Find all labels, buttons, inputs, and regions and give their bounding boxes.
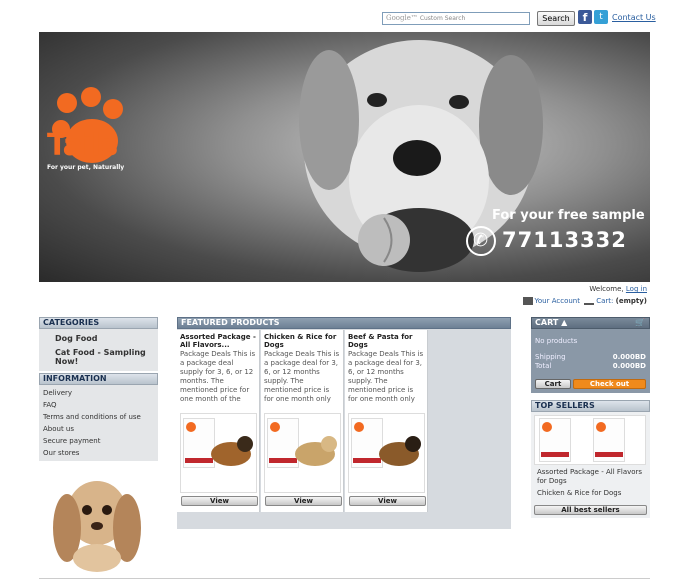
product-image[interactable]: View <box>264 413 342 506</box>
login-link[interactable]: Log in <box>626 285 647 293</box>
facebook-icon[interactable]: f <box>578 10 592 24</box>
account-bar: Your Account Cart: (empty) <box>521 297 647 305</box>
welcome-line: Welcome, Log in <box>589 285 647 293</box>
top-bar: Google™ Custom Search Search f t Contact… <box>380 10 680 26</box>
categories-block: CATEGORIES Dog Food Cat Food - Sampling … <box>39 317 158 371</box>
phone-number-value: 77113332 <box>502 228 627 252</box>
info-link[interactable]: FAQ <box>43 399 158 411</box>
product-name[interactable]: Assorted Package - All Flavors... <box>180 333 256 350</box>
cart-title-text: CART <box>535 318 559 327</box>
info-link[interactable]: Delivery <box>43 387 158 399</box>
product-image[interactable]: View <box>348 413 426 506</box>
footer-divider <box>39 578 650 579</box>
contact-us-link[interactable]: Contact Us <box>612 13 656 22</box>
product-card[interactable]: Chicken & Rice for Dogs Package Deals Th… <box>261 330 344 512</box>
top-sellers-block: TOP SELLERS Assorted Package - All Flavo… <box>531 400 650 518</box>
dog-food-bag-image <box>593 418 625 462</box>
total-value: 0.000BD <box>612 362 646 370</box>
featured-title: FEATURED PRODUCTS <box>177 317 511 329</box>
cart-button[interactable]: Cart <box>535 379 571 389</box>
product-name[interactable]: Beef & Pasta for Dogs <box>348 333 424 350</box>
cart-link[interactable]: Cart: <box>596 297 613 305</box>
info-link[interactable]: Secure payment <box>43 435 158 447</box>
info-link[interactable]: About us <box>43 423 158 435</box>
product-card[interactable]: Assorted Package - All Flavors... Packag… <box>177 330 260 512</box>
view-button[interactable]: View <box>349 496 426 506</box>
phone-icon: ✆ <box>466 226 496 256</box>
cart-title: CART ▲ 🛒 <box>531 317 650 329</box>
category-item[interactable]: Cat Food - Sampling Now! <box>55 348 158 366</box>
information-block: INFORMATION Delivery FAQ Terms and condi… <box>39 373 158 461</box>
free-sample-text: For your free sample <box>492 208 645 223</box>
categories-title: CATEGORIES <box>39 317 158 329</box>
product-name[interactable]: Chicken & Rice for Dogs <box>264 333 340 350</box>
all-best-sellers-button[interactable]: All best sellers <box>534 505 647 515</box>
your-account-link[interactable]: Your Account <box>535 297 580 305</box>
search-input[interactable]: Google™ Custom Search <box>382 12 530 25</box>
brand-name: Tails <box>47 128 118 163</box>
featured-products: FEATURED PRODUCTS Assorted Package - All… <box>177 317 511 529</box>
collapse-arrow-icon[interactable]: ▲ <box>561 318 567 327</box>
view-button[interactable]: View <box>181 496 258 506</box>
google-label: Google™ <box>386 14 418 22</box>
puppy-image <box>53 481 141 572</box>
shipping-label: Shipping <box>535 353 566 361</box>
twitter-icon[interactable]: t <box>594 10 608 24</box>
product-image[interactable]: View <box>180 413 258 506</box>
brand-slogan: For your pet, Naturally <box>47 164 125 171</box>
top-seller-item[interactable]: Assorted Package - All Flavors for Dogs <box>531 468 650 486</box>
product-description: Package Deals This is a package deal for… <box>348 350 424 403</box>
cart-empty-text: No products <box>535 337 578 345</box>
search-placeholder: Custom Search <box>419 15 466 22</box>
account-icon <box>522 297 533 305</box>
checkout-button[interactable]: Check out <box>573 379 646 389</box>
cart-header-icon: 🛒 <box>635 318 645 327</box>
product-card[interactable]: Beef & Pasta for Dogs Package Deals This… <box>345 330 428 512</box>
cart-block: CART ▲ 🛒 No products Shipping 0.000BD Tota… <box>531 317 650 393</box>
product-description: Package Deals This is a package deal for… <box>264 350 340 403</box>
information-title: INFORMATION <box>39 373 158 385</box>
product-description: Package Deals This is a package deal sup… <box>180 350 256 403</box>
hero-banner: Tails For your pet, Naturally For your f… <box>39 32 650 282</box>
total-label: Total <box>535 362 552 370</box>
cart-status: (empty) <box>615 297 647 305</box>
top-seller-item[interactable]: Chicken & Rice for Dogs <box>531 489 650 498</box>
shipping-value: 0.000BD <box>612 353 646 361</box>
category-item[interactable]: Dog Food <box>55 334 158 343</box>
welcome-text: Welcome, <box>589 285 624 293</box>
search-button[interactable]: Search <box>537 11 575 26</box>
top-sellers-title: TOP SELLERS <box>531 400 650 412</box>
top-seller-image[interactable] <box>534 415 646 465</box>
phone-number: ✆ 77113332 <box>466 226 627 256</box>
view-button[interactable]: View <box>265 496 342 506</box>
info-link[interactable]: Our stores <box>43 447 158 459</box>
info-link[interactable]: Terms and conditions of use <box>43 411 158 423</box>
dog-food-bag-image <box>539 418 571 462</box>
cart-icon <box>584 297 595 305</box>
